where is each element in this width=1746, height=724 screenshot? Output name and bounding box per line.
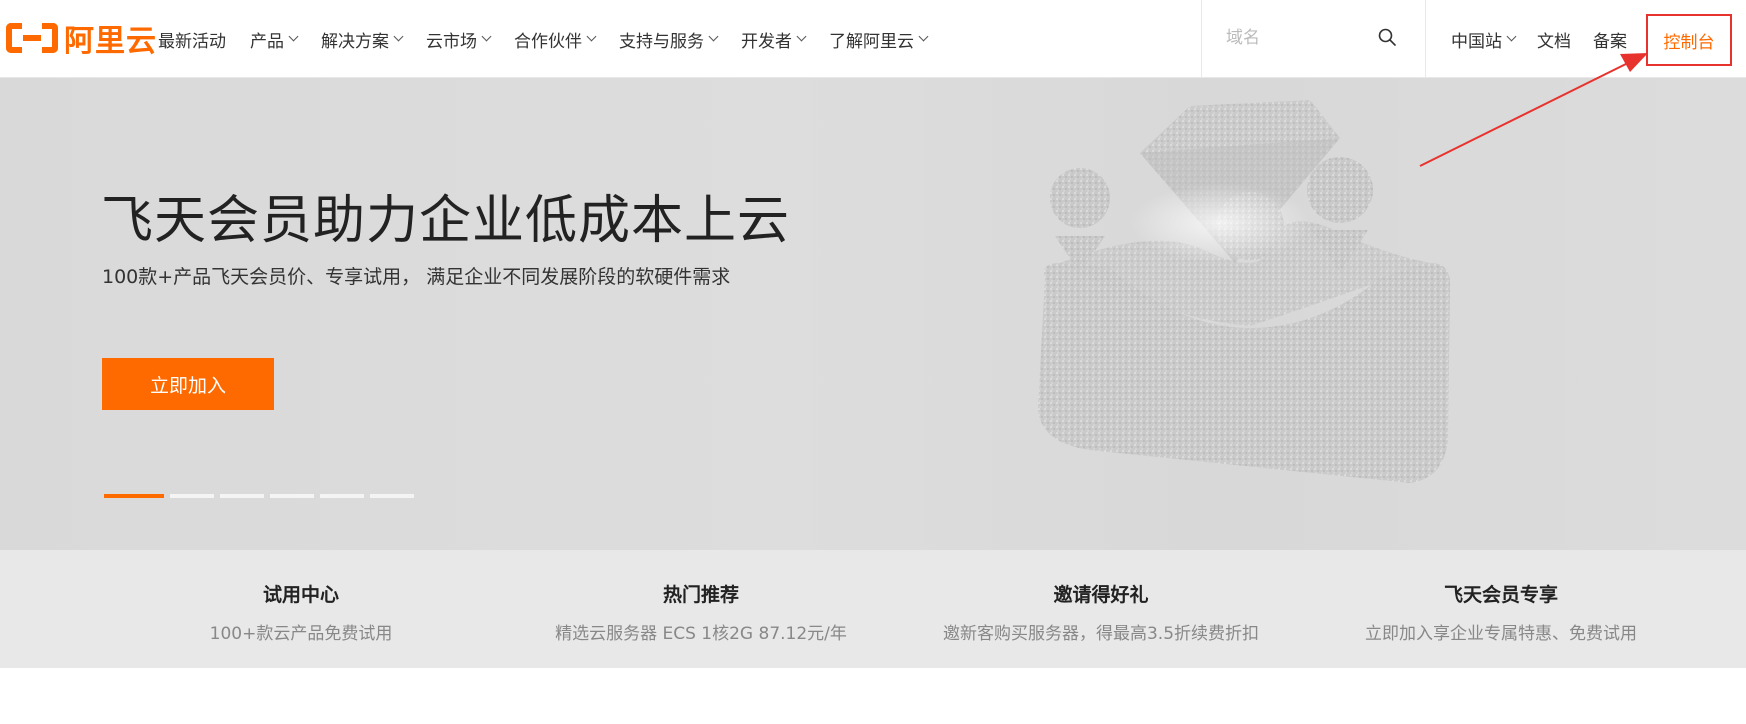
feature-card-member-exclusive[interactable]: 飞天会员专享 立即加入享企业专属特惠、免费试用	[1311, 550, 1691, 668]
nav-item-marketplace[interactable]: 云市场	[426, 27, 492, 52]
feature-card-desc: 立即加入享企业专属特惠、免费试用	[1365, 624, 1637, 644]
feature-card-desc: 精选云服务器 ECS 1核2G 87.12元/年	[555, 624, 847, 644]
join-now-button-label: 立即加入	[149, 374, 226, 397]
carousel-dot-6[interactable]	[370, 494, 414, 498]
search-input[interactable]	[1226, 24, 1366, 52]
docs-link[interactable]: 文档	[1537, 27, 1571, 52]
carousel-dot-1[interactable]	[104, 494, 164, 498]
nav-item-partners[interactable]: 合作伙伴	[514, 27, 597, 52]
nav-item-about[interactable]: 了解阿里云	[829, 27, 929, 52]
console-link-label: 控制台	[1663, 32, 1715, 53]
nav-item-label: 合作伙伴	[514, 31, 582, 52]
logo-bracket-icon	[6, 21, 58, 55]
feature-card-title: 热门推荐	[662, 584, 739, 606]
search-box	[1201, 0, 1426, 78]
carousel-indicators	[104, 494, 420, 498]
logo-text: 阿里云	[64, 24, 157, 59]
feature-card-invite-rewards[interactable]: 邀请得好礼 邀新客购买服务器，得最高3.5折续费折扣	[911, 550, 1291, 668]
filing-link-label: 备案	[1593, 31, 1627, 52]
join-now-button[interactable]: 立即加入	[102, 358, 274, 410]
carousel-dot-5[interactable]	[320, 494, 364, 498]
utility-nav: 中国站 文档 备案	[1451, 0, 1649, 78]
feature-card-title: 试用中心	[262, 584, 339, 606]
carousel-dot-3[interactable]	[220, 494, 264, 498]
nav-item-label: 产品	[250, 31, 284, 52]
feature-card-title: 邀请得好礼	[1053, 584, 1149, 606]
chevron-down-icon	[481, 31, 492, 42]
feature-card-title: 飞天会员专享	[1443, 584, 1558, 606]
main-nav: 最新活动 产品 解决方案 云市场 合作伙伴 支持与服务 开发者 了解阿里云	[158, 0, 951, 78]
nav-item-solutions[interactable]: 解决方案	[321, 27, 404, 52]
console-link[interactable]: 控制台	[1646, 14, 1732, 66]
aliyun-logo[interactable]: 阿里云	[6, 20, 157, 59]
chevron-down-icon	[796, 31, 807, 42]
nav-item-products[interactable]: 产品	[250, 27, 299, 52]
docs-link-label: 文档	[1537, 31, 1571, 52]
nav-item-developers[interactable]: 开发者	[741, 27, 807, 52]
carousel-dot-4[interactable]	[270, 494, 314, 498]
feature-strip: 试用中心 100+款云产品免费试用 热门推荐 精选云服务器 ECS 1核2G 8…	[0, 550, 1746, 668]
nav-item-label: 最新活动	[158, 31, 226, 52]
feature-card-hot-picks[interactable]: 热门推荐 精选云服务器 ECS 1核2G 87.12元/年	[511, 550, 891, 668]
hero-banner: 飞天会员助力企业低成本上云 100款+产品飞天会员价、专享试用， 满足企业不同发…	[0, 78, 1746, 550]
chevron-down-icon	[393, 31, 404, 42]
nav-item-latest-activities[interactable]: 最新活动	[158, 27, 226, 52]
nav-item-label: 了解阿里云	[829, 31, 914, 52]
nav-item-support[interactable]: 支持与服务	[619, 27, 719, 52]
nav-item-label: 开发者	[741, 31, 792, 52]
feature-card-desc: 100+款云产品免费试用	[209, 624, 393, 644]
carousel-dot-2[interactable]	[170, 494, 214, 498]
hero-title: 飞天会员助力企业低成本上云	[101, 191, 791, 251]
nav-item-label: 云市场	[426, 31, 477, 52]
chevron-down-icon	[1506, 31, 1517, 42]
top-navigation: 阿里云 最新活动 产品 解决方案 云市场 合作伙伴 支持与服务 开发者 了解阿里…	[0, 0, 1746, 78]
chevron-down-icon	[586, 31, 597, 42]
feature-card-desc: 邀新客购买服务器，得最高3.5折续费折扣	[942, 624, 1260, 644]
diamond-sculpture-illustration	[1038, 100, 1450, 483]
chevron-down-icon	[708, 31, 719, 42]
site-selector-label: 中国站	[1451, 31, 1502, 52]
nav-item-label: 解决方案	[321, 31, 389, 52]
search-icon[interactable]	[1378, 28, 1396, 46]
hero-subtitle: 100款+产品飞天会员价、专享试用， 满足企业不同发展阶段的软硬件需求	[102, 266, 731, 288]
site-selector[interactable]: 中国站	[1451, 27, 1517, 52]
filing-link[interactable]: 备案	[1593, 27, 1627, 52]
chevron-down-icon	[288, 31, 299, 42]
nav-item-label: 支持与服务	[619, 31, 704, 52]
chevron-down-icon	[918, 31, 929, 42]
feature-card-trial-center[interactable]: 试用中心 100+款云产品免费试用	[111, 550, 491, 668]
